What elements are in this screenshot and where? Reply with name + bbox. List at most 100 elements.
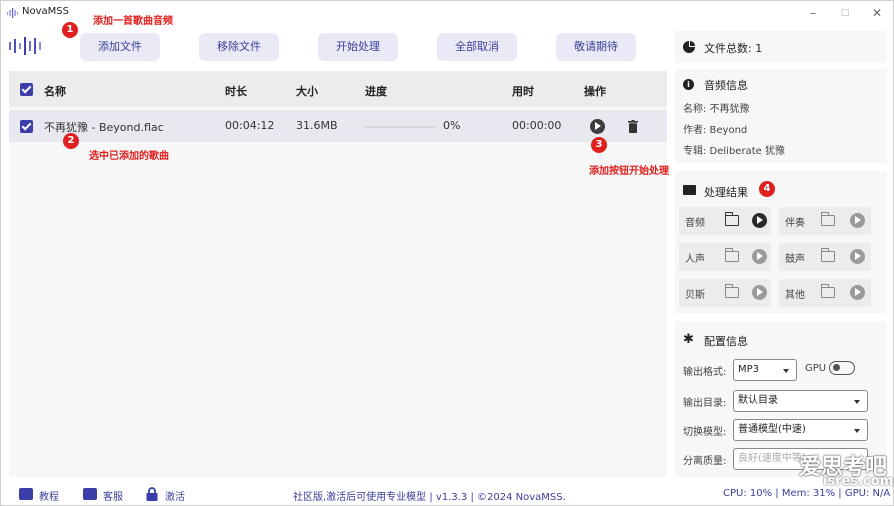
format-value: MP3: [738, 364, 760, 375]
select-all-checkbox[interactable]: [20, 83, 33, 96]
header-duration: 时长: [225, 85, 247, 98]
play-icon[interactable]: [590, 119, 605, 134]
version-text: 社区版,激活后可使用专业模型 | v1.3.3 | ©2024 NovaMSS.: [293, 492, 566, 503]
result-cell-audio: 音频: [679, 207, 771, 235]
header-size: 大小: [296, 85, 318, 98]
app-window: NovaMSS – □ ✕ 添加一首歌曲音频 1 添加文件 移除文件 开始处理 …: [0, 0, 894, 506]
chevron-down-icon: [783, 369, 789, 373]
folder-icon[interactable]: [820, 212, 835, 226]
annotation-start-button: 添加按钮开始处理: [589, 166, 669, 177]
folder-icon[interactable]: [724, 284, 739, 298]
row-size: 31.6MB: [296, 119, 338, 132]
result-label-drums: 鼓声: [785, 254, 805, 265]
waveform-logo-icon: [9, 37, 41, 55]
folder-icon[interactable]: [724, 248, 739, 262]
file-count-panel: 文件总数: 1: [675, 31, 887, 63]
tutorial-link[interactable]: 教程: [39, 488, 59, 503]
audio-info-name: 名称: 不再犹豫: [683, 104, 750, 115]
header-progress: 进度: [365, 85, 387, 98]
file-count-text: 文件总数: 1: [704, 42, 763, 55]
chevron-down-icon: [854, 429, 860, 433]
format-label: 输出格式:: [683, 367, 727, 378]
result-cell-vocals: 人声: [679, 243, 771, 271]
close-button[interactable]: ✕: [867, 5, 887, 21]
row-duration: 00:04:12: [225, 119, 275, 132]
watermark-url: isres.com: [823, 474, 894, 489]
tutorial-icon[interactable]: [19, 488, 33, 500]
result-cell-other: 其他: [779, 279, 871, 307]
result-label-audio: 音频: [685, 218, 705, 229]
dir-value: 默认目录: [738, 395, 778, 406]
trash-icon[interactable]: [628, 120, 638, 133]
folder-filled-icon: [683, 185, 696, 195]
play-icon[interactable]: [752, 213, 767, 228]
play-icon[interactable]: [850, 249, 865, 264]
header-name: 名称: [44, 85, 66, 98]
status-bar: 教程 客服 激活 社区版,激活后可使用专业模型 | v1.3.3 | ©2024…: [1, 483, 893, 505]
table-row[interactable]: 不再犹豫 - Beyond.flac 00:04:12 31.6MB 0% 00…: [9, 110, 667, 142]
chevron-down-icon: [854, 400, 860, 404]
folder-icon[interactable]: [820, 248, 835, 262]
coming-soon-button[interactable]: 敬请期待: [556, 33, 636, 61]
result-label-other: 其他: [785, 290, 805, 301]
model-label: 切换模型:: [683, 427, 727, 438]
pie-chart-icon: [683, 41, 695, 53]
result-label-vocals: 人声: [685, 254, 705, 265]
minimize-button[interactable]: –: [803, 5, 823, 21]
result-label-bass: 贝斯: [685, 290, 705, 301]
annotation-badge-3: 3: [591, 137, 607, 153]
audio-info-panel: i 音频信息 名称: 不再犹豫 作者: Beyond 专辑: Deliberat…: [675, 69, 887, 163]
dir-label: 输出目录:: [683, 398, 727, 409]
audio-info-album: 专辑: Deliberate 犹豫: [683, 146, 785, 157]
row-progress-bar: [365, 126, 435, 128]
play-icon[interactable]: [752, 285, 767, 300]
quality-label: 分离质量:: [683, 456, 727, 467]
annotation-select-song: 选中已添加的歌曲: [89, 151, 169, 162]
start-processing-button[interactable]: 开始处理: [318, 33, 398, 61]
header-action: 操作: [584, 85, 606, 98]
header-elapsed: 用时: [512, 85, 534, 98]
results-title: 处理结果: [704, 186, 748, 199]
result-cell-drums: 鼓声: [779, 243, 871, 271]
result-label-accompaniment: 伴奏: [785, 218, 805, 229]
file-table: 名称 时长 大小 进度 用时 操作 不再犹豫 - Beyond.flac 00:…: [9, 71, 667, 477]
format-select[interactable]: MP3: [733, 359, 797, 381]
support-link[interactable]: 客服: [103, 488, 123, 503]
app-title: NovaMSS: [22, 6, 69, 17]
audio-info-author: 作者: Beyond: [683, 125, 748, 136]
play-icon[interactable]: [752, 249, 767, 264]
row-elapsed: 00:00:00: [512, 119, 562, 132]
result-cell-bass: 贝斯: [679, 279, 771, 307]
output-dir-select[interactable]: 默认目录: [733, 390, 868, 412]
row-checkbox[interactable]: [20, 120, 33, 133]
gpu-label: GPU: [805, 363, 827, 374]
play-icon[interactable]: [850, 213, 865, 228]
model-select[interactable]: 普通模型(中速): [733, 419, 868, 441]
gpu-toggle[interactable]: [829, 361, 855, 375]
annotation-badge-1: 1: [62, 22, 78, 38]
play-icon[interactable]: [850, 285, 865, 300]
activate-link[interactable]: 激活: [165, 488, 185, 503]
chat-icon[interactable]: [83, 488, 97, 500]
maximize-button[interactable]: □: [835, 5, 855, 21]
result-cell-accompaniment: 伴奏: [779, 207, 871, 235]
folder-icon[interactable]: [724, 212, 739, 226]
audio-info-title: 音频信息: [704, 79, 748, 92]
config-title: 配置信息: [704, 335, 748, 348]
add-file-button[interactable]: 添加文件: [80, 33, 160, 61]
annotation-badge-2: 2: [63, 133, 79, 149]
annotation-add-song: 添加一首歌曲音频: [93, 16, 173, 27]
folder-icon[interactable]: [820, 284, 835, 298]
annotation-badge-4: 4: [759, 181, 775, 197]
gear-icon: ✱: [683, 332, 694, 347]
model-value: 普通模型(中速): [738, 424, 806, 435]
row-progress-text: 0%: [443, 119, 461, 132]
remove-file-button[interactable]: 移除文件: [199, 33, 279, 61]
info-icon: i: [683, 79, 694, 90]
lock-icon[interactable]: [146, 487, 158, 501]
resource-usage-text: CPU: 10% | Mem: 31% | GPU: N/A: [723, 488, 891, 499]
quality-value: 良好(速度中等): [738, 453, 806, 464]
app-logo-icon: [7, 8, 19, 18]
cancel-all-button[interactable]: 全部取消: [437, 33, 517, 61]
results-panel: 处理结果 4 音频 伴奏 人声 鼓声 贝斯 其他: [675, 171, 887, 313]
